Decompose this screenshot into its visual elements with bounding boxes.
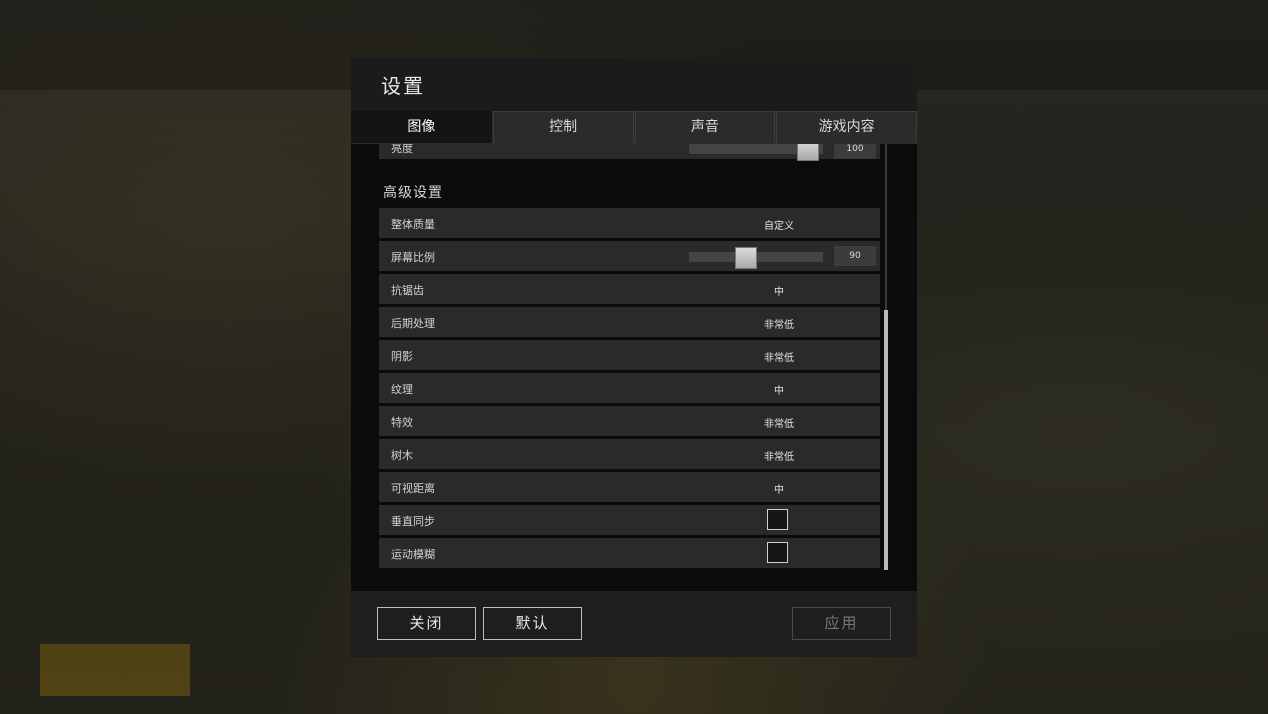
shadows-label: 阴影 bbox=[391, 350, 413, 363]
brightness-row: 亮度 100 bbox=[379, 144, 880, 161]
shadows-row[interactable]: 阴影 非常低 bbox=[379, 340, 880, 370]
default-button[interactable]: 默认 bbox=[483, 607, 582, 640]
vsync-label: 垂直同步 bbox=[391, 515, 435, 528]
textures-label: 纹理 bbox=[391, 383, 413, 396]
screen-scale-value[interactable]: 90 bbox=[834, 246, 876, 266]
vsync-checkbox[interactable] bbox=[767, 509, 788, 530]
effects-row[interactable]: 特效 非常低 bbox=[379, 406, 880, 436]
view-distance-value[interactable]: 中 bbox=[679, 481, 879, 496]
post-processing-label: 后期处理 bbox=[391, 317, 435, 330]
brightness-label: 亮度 bbox=[391, 144, 413, 155]
view-distance-label: 可视距离 bbox=[391, 482, 435, 495]
overall-quality-row[interactable]: 整体质量 自定义 bbox=[379, 208, 880, 238]
brightness-slider-thumb[interactable] bbox=[797, 144, 819, 161]
settings-content[interactable]: 亮度 100 高级设置 整体质量 自定义 屏幕比例 90 抗锯齿 中 后期处理 … bbox=[351, 144, 917, 591]
vsync-row: 垂直同步 bbox=[379, 505, 880, 535]
anti-aliasing-value[interactable]: 中 bbox=[679, 283, 879, 298]
overall-quality-label: 整体质量 bbox=[391, 218, 435, 231]
foliage-row[interactable]: 树木 非常低 bbox=[379, 439, 880, 469]
anti-aliasing-label: 抗锯齿 bbox=[391, 284, 424, 297]
scrollbar-thumb[interactable] bbox=[884, 310, 888, 570]
tab-gameplay[interactable]: 游戏内容 bbox=[776, 111, 917, 143]
anti-aliasing-row[interactable]: 抗锯齿 中 bbox=[379, 274, 880, 304]
motion-blur-label: 运动模糊 bbox=[391, 548, 435, 561]
brightness-value[interactable]: 100 bbox=[834, 144, 876, 159]
textures-value[interactable]: 中 bbox=[679, 382, 879, 397]
tab-controls[interactable]: 控制 bbox=[492, 111, 634, 143]
effects-label: 特效 bbox=[391, 416, 413, 429]
foliage-value[interactable]: 非常低 bbox=[679, 448, 879, 463]
motion-blur-checkbox[interactable] bbox=[767, 542, 788, 563]
post-processing-row[interactable]: 后期处理 非常低 bbox=[379, 307, 880, 337]
foliage-label: 树木 bbox=[391, 449, 413, 462]
settings-tabs: 图像 控制 声音 游戏内容 bbox=[351, 111, 917, 144]
screen-scale-slider-thumb[interactable] bbox=[735, 247, 757, 269]
dialog-footer: 关闭 默认 应用 bbox=[351, 591, 917, 657]
brightness-slider[interactable] bbox=[689, 144, 823, 161]
tab-audio[interactable]: 声音 bbox=[634, 111, 776, 143]
motion-blur-row: 运动模糊 bbox=[379, 538, 880, 568]
screen-scale-slider[interactable] bbox=[689, 247, 823, 269]
overall-quality-value[interactable]: 自定义 bbox=[679, 217, 879, 232]
tab-graphics[interactable]: 图像 bbox=[351, 111, 492, 143]
background-start-button bbox=[40, 644, 190, 696]
screen-scale-label: 屏幕比例 bbox=[391, 251, 435, 264]
advanced-settings-heading: 高级设置 bbox=[383, 185, 443, 201]
screen-scale-row: 屏幕比例 90 bbox=[379, 241, 880, 271]
dialog-title: 设置 bbox=[381, 74, 425, 98]
shadows-value[interactable]: 非常低 bbox=[679, 349, 879, 364]
effects-value[interactable]: 非常低 bbox=[679, 415, 879, 430]
close-button[interactable]: 关闭 bbox=[377, 607, 476, 640]
view-distance-row[interactable]: 可视距离 中 bbox=[379, 472, 880, 502]
textures-row[interactable]: 纹理 中 bbox=[379, 373, 880, 403]
post-processing-value[interactable]: 非常低 bbox=[679, 316, 879, 331]
apply-button[interactable]: 应用 bbox=[792, 607, 891, 640]
settings-dialog: 设置 图像 控制 声音 游戏内容 亮度 100 高级设置 整体质量 自定义 屏幕… bbox=[351, 58, 917, 657]
